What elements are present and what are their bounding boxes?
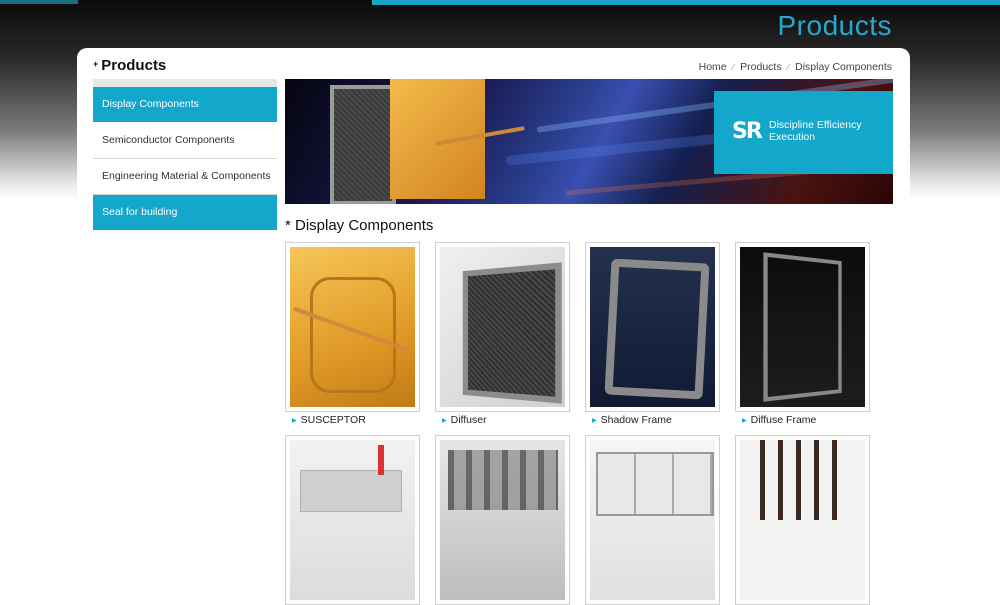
susceptor-groove-shape [310,277,396,393]
triangle-icon: ▶ [592,418,597,424]
product-thumbnail-link[interactable] [285,242,420,412]
header-accent-line-left [0,0,78,4]
triangle-icon: ▶ [292,418,297,424]
breadcrumb-display-components[interactable]: Display Components [795,61,892,73]
product-card [285,435,420,605]
product-name: Shadow Frame [600,414,672,426]
equipment-rig-shape [448,450,558,510]
sidebar-item-seal-for-building[interactable]: Seal for building [93,195,277,231]
banner-diffuser-image [330,85,396,204]
sidebar-item-semiconductor-components[interactable]: Semiconductor Components [93,123,277,159]
header-accent-line-right [372,0,1000,5]
page-heading: Products [777,10,892,41]
product-name: Diffuse Frame [750,414,817,426]
equipment-image [740,440,865,600]
shadow-frame-image [590,247,715,407]
equipment-image [590,440,715,600]
breadcrumb-products[interactable]: Products [740,61,781,73]
equipment-bars-shape [760,440,850,520]
breadcrumb-separator: ∕ [732,62,735,72]
triangle-icon: ▶ [742,418,747,424]
equipment-image [290,440,415,600]
product-card: ▶ Shadow Frame [585,242,720,426]
product-card [435,435,570,605]
product-card: ▶ Diffuser [435,242,570,426]
section-bullet: + [93,59,99,69]
product-thumbnail-link[interactable] [735,435,870,605]
diffuse-frame-image [740,247,865,407]
sidebar: Display Components Semiconductor Compone… [93,79,277,231]
product-card [735,435,870,605]
product-caption[interactable]: ▶ SUSCEPTOR [285,414,420,426]
sidebar-item-display-components[interactable]: Display Components [93,87,277,123]
breadcrumb-home[interactable]: Home [699,61,727,73]
product-thumbnail-link[interactable] [585,435,720,605]
product-thumbnail-link[interactable] [435,242,570,412]
product-name: SUSCEPTOR [300,414,366,426]
susceptor-image [290,247,415,407]
equipment-image [440,440,565,600]
product-card: ▶ Diffuse Frame [735,242,870,426]
shadow-frame-shape [604,258,710,400]
diffuse-frame-shape [763,252,842,402]
breadcrumb-separator: ∕ [787,62,790,72]
product-thumbnail-link[interactable] [285,435,420,605]
hero-banner: SR Discipline Efficiency Execution [285,79,893,204]
banner-tagline-panel: SR Discipline Efficiency Execution [714,91,893,174]
sr-logo: SR [732,119,763,144]
product-caption[interactable]: ▶ Diffuser [435,414,570,426]
product-card: ▶ SUSCEPTOR [285,242,420,426]
diffuser-mesh-shape [462,262,562,404]
section-title: + Products [93,57,166,74]
banner-tagline: Discipline Efficiency Execution [769,119,862,143]
product-card [585,435,720,605]
product-thumbnail-link[interactable] [435,435,570,605]
product-caption[interactable]: ▶ Diffuse Frame [735,414,870,426]
equipment-box-shape [300,470,402,512]
product-caption[interactable]: ▶ Shadow Frame [585,414,720,426]
equipment-signal-shape [378,445,384,475]
breadcrumb: Home ∕ Products ∕ Display Components [699,61,892,73]
sidebar-item-engineering-material[interactable]: Engineering Material & Components [93,159,277,195]
section-title-text: Products [101,57,167,74]
category-title: * Display Components [285,217,434,234]
product-thumbnail-link[interactable] [585,242,720,412]
equipment-cabinet-shape [596,452,714,516]
diffuser-image [440,247,565,407]
product-name: Diffuser [450,414,487,426]
product-thumbnail-link[interactable] [735,242,870,412]
triangle-icon: ▶ [442,418,447,424]
